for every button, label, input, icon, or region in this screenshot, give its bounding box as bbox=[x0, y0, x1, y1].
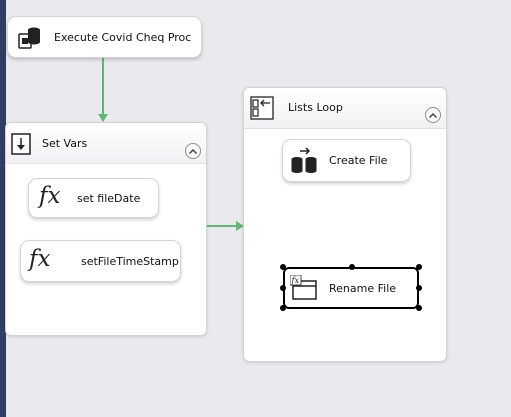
task-label: Create File bbox=[329, 154, 388, 167]
sql-task-icon bbox=[16, 24, 44, 56]
chevron-up-icon bbox=[188, 148, 198, 155]
selection-handle[interactable] bbox=[416, 264, 422, 270]
file-system-task-icon: fx bbox=[289, 274, 318, 305]
task-create-file[interactable]: Create File bbox=[282, 139, 411, 182]
file-system-task-icon bbox=[289, 147, 319, 179]
sequence-container-icon bbox=[10, 132, 32, 160]
container-header bbox=[6, 123, 206, 164]
selection-handle[interactable] bbox=[280, 264, 286, 270]
chevron-up-icon bbox=[428, 112, 438, 119]
task-execute-covid-cheq-proc[interactable]: Execute Covid Cheq Proc bbox=[7, 16, 202, 58]
task-label: setFileTimeStamp bbox=[81, 255, 179, 268]
selection-handle[interactable] bbox=[280, 285, 286, 291]
selection-handle[interactable] bbox=[416, 285, 422, 291]
svg-text:fx: fx bbox=[291, 276, 300, 285]
expression-icon: fx bbox=[29, 246, 51, 272]
task-rename-file[interactable]: fx Rename File bbox=[283, 267, 419, 309]
container-title: Set Vars bbox=[42, 137, 88, 150]
collapse-button[interactable] bbox=[425, 107, 441, 123]
foreach-loop-icon bbox=[249, 95, 275, 125]
selection-handle[interactable] bbox=[416, 305, 422, 311]
selection-handle[interactable] bbox=[349, 264, 355, 270]
task-label: Rename File bbox=[329, 282, 397, 295]
expression-icon: fx bbox=[39, 183, 61, 209]
task-set-filetimestamp[interactable]: fx setFileTimeStamp bbox=[20, 240, 181, 282]
container-lists-loop[interactable]: Lists Loop Create File fx Rename File bbox=[243, 87, 447, 362]
task-set-filedate[interactable]: fx set fileDate bbox=[28, 178, 159, 218]
container-set-vars[interactable]: Set Vars fx set fileDate fx setFileTimeS… bbox=[5, 122, 207, 336]
task-label: set fileDate bbox=[77, 192, 141, 205]
collapse-button[interactable] bbox=[185, 143, 201, 159]
task-label: Execute Covid Cheq Proc bbox=[54, 31, 192, 44]
container-title: Lists Loop bbox=[288, 101, 343, 114]
selection-handle[interactable] bbox=[280, 305, 286, 311]
